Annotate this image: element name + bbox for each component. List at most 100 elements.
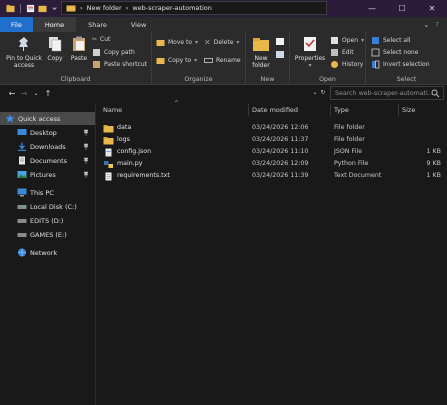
nav-label: Pictures: [30, 170, 56, 179]
nav-item-this-pc[interactable]: This PC: [0, 186, 95, 199]
nav-item-documents[interactable]: Documents: [0, 154, 95, 167]
nav-item-quick-access[interactable]: Quick access: [0, 112, 95, 125]
pin-icon[interactable]: [83, 157, 89, 164]
nav-label: GAMES (E:): [30, 230, 67, 239]
select-none-button[interactable]: Select none: [371, 48, 418, 57]
file-size: 1 KB: [426, 172, 441, 179]
paste-shortcut-button[interactable]: Paste shortcut: [92, 60, 147, 69]
tab-share[interactable]: Share: [76, 17, 119, 32]
tab-view[interactable]: View: [119, 17, 158, 32]
table-row[interactable]: main.py 03/24/2026 12:09 Python File 9 K…: [97, 158, 447, 170]
nav-item-network[interactable]: Network: [0, 246, 95, 259]
column-header-name[interactable]: Name: [103, 103, 122, 117]
drive-icon: [17, 219, 27, 223]
pin-icon[interactable]: [83, 171, 89, 178]
forward-arrow-icon[interactable]: →: [18, 89, 30, 98]
chevron-down-icon: ▾: [236, 39, 240, 46]
nav-item-desktop[interactable]: Desktop: [0, 126, 95, 139]
pin-quick-access-button[interactable]: Pin to Quick access: [4, 35, 44, 69]
collapse-ribbon-icon[interactable]: ⌄: [423, 21, 429, 29]
copy-path-button[interactable]: Copy path: [92, 48, 135, 57]
breadcrumb-new-folder[interactable]: New folder: [87, 4, 122, 12]
table-row[interactable]: requirements.txt 03/24/2026 11:39 Text D…: [97, 170, 447, 182]
maximize-button[interactable]: ☐: [387, 0, 417, 17]
file-date: 03/24/2026 12:09: [252, 160, 309, 167]
paste-button[interactable]: Paste: [68, 35, 90, 62]
select-all-button[interactable]: Select all: [371, 36, 410, 45]
column-header-size[interactable]: Size: [402, 103, 415, 117]
open-icon: [331, 37, 338, 44]
download-icon: [18, 142, 26, 151]
pane-divider[interactable]: [95, 103, 96, 405]
table-row[interactable]: data 03/24/2026 12:06 File folder: [97, 122, 447, 134]
delete-button[interactable]: ✕ Delete ▾: [204, 38, 239, 47]
text-file-icon: [105, 172, 112, 181]
nav-item-local-disk[interactable]: Local Disk (C:): [0, 200, 95, 213]
open-group: Properties ▾ Open ▾ Edit History Open: [290, 32, 366, 85]
copy-to-icon: [156, 58, 165, 64]
easy-access-icon[interactable]: [275, 50, 285, 59]
nav-item-downloads[interactable]: Downloads: [0, 140, 95, 153]
chevron-down-icon: ▾: [308, 62, 312, 69]
chevron-down-icon: ▾: [195, 39, 199, 46]
column-divider[interactable]: [330, 104, 331, 116]
pin-icon: [19, 37, 28, 51]
chevron-down-icon[interactable]: [50, 4, 59, 13]
separator: [20, 4, 21, 13]
new-folder-qa-icon[interactable]: [38, 4, 47, 13]
open-button[interactable]: Open ▾: [330, 36, 364, 45]
column-divider[interactable]: [398, 104, 399, 116]
file-name: requirements.txt: [117, 172, 170, 179]
new-item-icon[interactable]: [275, 37, 285, 46]
new-folder-button[interactable]: New folder: [248, 35, 274, 69]
column-header-type[interactable]: Type: [334, 103, 349, 117]
properties-qa-icon[interactable]: [26, 4, 35, 13]
rename-label: Rename: [216, 57, 241, 64]
nav-item-pictures[interactable]: Pictures: [0, 168, 95, 181]
nav-label: Quick access: [18, 114, 61, 123]
column-header-date-modified[interactable]: Date modified: [252, 103, 298, 117]
new-folder-icon: [253, 38, 269, 51]
properties-button[interactable]: Properties ▾: [294, 35, 326, 69]
select-group: Select all Select none Invert selection …: [366, 32, 447, 85]
copy-button[interactable]: Copy: [44, 35, 66, 62]
tab-home[interactable]: Home: [32, 17, 77, 32]
refresh-icon[interactable]: ↻: [320, 89, 325, 96]
history-button[interactable]: History: [330, 60, 363, 69]
back-arrow-icon[interactable]: ←: [6, 89, 18, 98]
recent-locations-icon[interactable]: ⌄: [30, 90, 42, 97]
new-folder-label-1: New: [254, 55, 268, 62]
paste-label: Paste: [70, 55, 88, 62]
help-icon[interactable]: ?: [435, 21, 439, 29]
file-type: Python File: [334, 160, 369, 167]
cut-button[interactable]: ✂ Cut: [92, 36, 110, 43]
move-to-button[interactable]: Move to ▾: [156, 38, 198, 47]
nav-item-edits-drive[interactable]: EDITS (D:): [0, 214, 95, 227]
minimize-button[interactable]: —: [357, 0, 387, 17]
close-button[interactable]: ✕: [417, 0, 447, 17]
search-input[interactable]: Search web-scraper-automati...: [330, 86, 444, 100]
pin-icon[interactable]: [83, 129, 89, 136]
address-bar[interactable]: › New folder › web-scraper-automation: [61, 1, 327, 15]
nav-item-games-drive[interactable]: GAMES (E:): [0, 228, 95, 241]
column-divider[interactable]: [248, 104, 249, 116]
open-group-label: Open: [319, 76, 336, 83]
table-row[interactable]: config.json 03/24/2026 11:10 JSON File 1…: [97, 146, 447, 158]
desktop-icon: [17, 129, 27, 135]
copy-path-icon: [93, 49, 100, 56]
tab-file[interactable]: File: [0, 17, 33, 32]
edit-button[interactable]: Edit: [330, 48, 354, 57]
rename-button[interactable]: Rename: [204, 56, 241, 65]
pin-label-2: access: [13, 62, 35, 69]
table-row[interactable]: logs 03/24/2026 11:37 File folder: [97, 134, 447, 146]
invert-selection-button[interactable]: Invert selection: [371, 60, 430, 69]
breadcrumb-current[interactable]: web-scraper-automation: [132, 4, 212, 12]
chevron-down-icon[interactable]: ⌄: [312, 89, 317, 96]
edit-icon: [331, 49, 338, 56]
up-arrow-icon[interactable]: ↑: [42, 89, 54, 98]
search-icon: [431, 89, 440, 98]
nav-label: Documents: [30, 156, 68, 165]
copy-to-button[interactable]: Copy to ▾: [156, 56, 197, 65]
pin-icon[interactable]: [83, 143, 89, 150]
file-list: ^ Name Date modified Type Size data 03/2…: [97, 100, 447, 405]
